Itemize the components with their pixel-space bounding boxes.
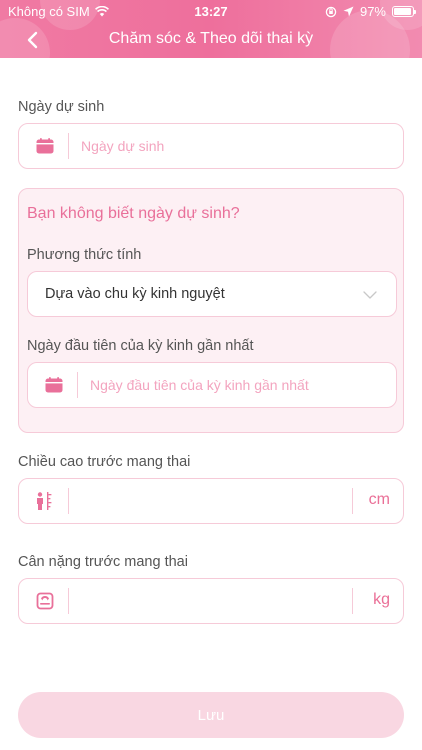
due-date-field[interactable]: Ngày dự sinh (18, 123, 404, 169)
method-label: Phương thức tính (27, 247, 142, 263)
height-ruler-icon (35, 491, 55, 511)
header: Không có SIM 13:27 97% Chăm sóc & Theo d… (0, 0, 422, 58)
field-divider (68, 488, 69, 514)
unit-divider (352, 488, 353, 514)
due-date-label: Ngày dự sinh (18, 99, 105, 115)
field-divider (68, 588, 69, 614)
nav-bar: Chăm sóc & Theo dõi thai kỳ (0, 22, 422, 58)
calendar-icon (35, 136, 55, 156)
last-period-placeholder: Ngày đầu tiên của kỳ kinh gần nhất (90, 377, 309, 393)
chevron-down-icon (363, 291, 377, 299)
weight-scale-icon (35, 591, 55, 611)
save-button[interactable]: Lưu (18, 692, 404, 738)
battery-percent: 97% (359, 4, 386, 19)
unknown-due-date-section: Bạn không biết ngày dự sinh? Phương thức… (18, 188, 404, 433)
orientation-lock-icon (325, 6, 337, 17)
battery-icon (392, 6, 416, 17)
height-field[interactable]: cm (18, 478, 404, 524)
weight-field[interactable]: kg (18, 578, 404, 624)
location-icon (343, 6, 354, 17)
unknown-due-date-title: Bạn không biết ngày dự sinh? (27, 205, 240, 222)
method-select[interactable]: Dựa vào chu kỳ kinh nguyệt (27, 271, 397, 317)
weight-label: Cân nặng trước mang thai (18, 554, 188, 570)
field-divider (77, 372, 78, 398)
height-unit: cm (368, 491, 390, 508)
method-value: Dựa vào chu kỳ kinh nguyệt (45, 286, 225, 302)
last-period-field[interactable]: Ngày đầu tiên của kỳ kinh gần nhất (27, 362, 397, 408)
status-bar: Không có SIM 13:27 97% (0, 0, 422, 22)
calendar-icon (44, 375, 64, 395)
field-divider (68, 133, 69, 159)
page-title: Chăm sóc & Theo dõi thai kỳ (108, 30, 314, 47)
unit-divider (352, 588, 353, 614)
last-period-label: Ngày đầu tiên của kỳ kinh gần nhất (27, 338, 254, 354)
height-label: Chiều cao trước mang thai (18, 454, 191, 470)
due-date-placeholder: Ngày dự sinh (81, 138, 165, 154)
weight-unit: kg (373, 591, 390, 608)
